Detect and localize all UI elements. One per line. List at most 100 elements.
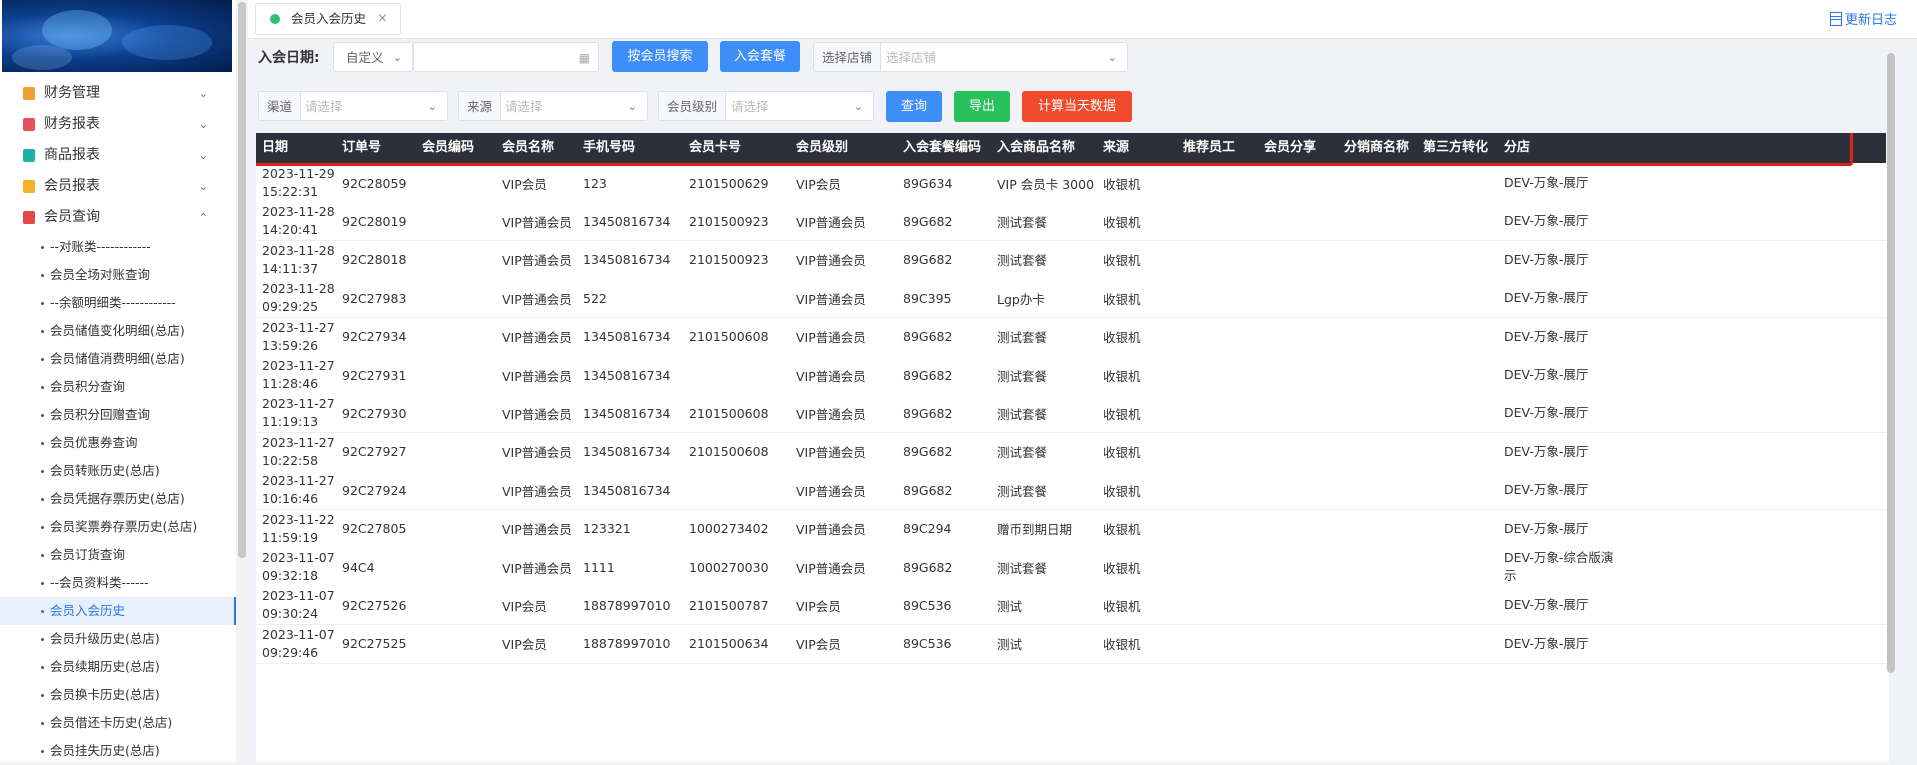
column-header[interactable]: 订单号 <box>342 133 381 163</box>
column-header[interactable]: 入会套餐编码 <box>903 133 981 163</box>
table-row[interactable]: 2023-11-27 13:59:26 92C27934 VIP普通会员 134508… <box>256 317 1889 357</box>
table-cell: 2023-11-07 09:29:46 <box>262 626 335 660</box>
table-cell: VIP普通会员 <box>796 483 866 499</box>
sidebar-sub-item[interactable]: 会员升级历史(总店) <box>0 625 236 653</box>
bullet-icon <box>41 330 44 333</box>
sidebar-sub-item[interactable]: --会员资料类------ <box>0 569 236 597</box>
report-icon <box>23 180 35 193</box>
sidebar-scrollbar-thumb[interactable] <box>238 2 246 558</box>
member-level-select[interactable]: 会员级别 请选择 ⌄ <box>658 91 874 121</box>
member-level-select-placeholder: 请选择 <box>731 99 769 114</box>
column-header[interactable]: 手机号码 <box>583 133 635 163</box>
date-mode-value: 自定义 <box>346 50 384 65</box>
table-row[interactable]: 2023-11-07 09:30:24 92C27526 VIP会员 18878997… <box>256 586 1889 626</box>
sidebar-sub-item[interactable]: 会员换卡历史(总店) <box>0 681 236 709</box>
bullet-icon <box>41 414 44 417</box>
bullet-icon <box>41 470 44 473</box>
sidebar-sub-item[interactable]: 会员全场对账查询 <box>0 261 236 289</box>
sidebar-sub-item[interactable]: 会员积分查询 <box>0 373 236 401</box>
chevron-icon: ⌄ <box>198 87 208 100</box>
table-cell: 2023-11-07 09:30:24 <box>262 588 335 622</box>
tab-member-join-history[interactable]: 会员入会历史 × <box>255 3 401 35</box>
table-cell: 2023-11-22 11:59:19 <box>262 511 335 545</box>
bullet-icon <box>41 694 44 697</box>
tab-close-icon[interactable]: × <box>377 4 388 34</box>
main-scrollbar[interactable] <box>1886 53 1896 673</box>
column-header[interactable]: 会员分享 <box>1264 133 1316 163</box>
store-select[interactable]: 选择店铺 选择店铺 ⌄ <box>813 42 1128 72</box>
bullet-icon <box>41 302 44 305</box>
table-row[interactable]: 2023-11-27 11:28:46 92C27931 VIP普通会员 134508… <box>256 356 1889 395</box>
chevron-down-icon: ⌄ <box>853 100 863 113</box>
sidebar-sub-item-label: 会员储值消费明细(总店) <box>50 351 185 366</box>
query-button[interactable]: 查询 <box>886 91 942 122</box>
column-header[interactable]: 推荐员工 <box>1183 133 1235 163</box>
table-cell: 123321 <box>583 521 631 537</box>
column-header[interactable]: 日期 <box>262 133 288 163</box>
table-cell: VIP普通会员 <box>796 522 866 538</box>
table-cell: 13450816734 <box>583 482 671 498</box>
sidebar-sub-item[interactable]: 会员订货查询 <box>0 541 236 569</box>
table-cell: 2101500608 <box>689 444 769 460</box>
table-row[interactable]: 2023-11-29 15:22:31 92C28059 VIP会员 123 21015… <box>256 164 1889 203</box>
table-row[interactable]: 2023-11-27 10:22:58 92C27927 VIP普通会员 134508… <box>256 432 1889 472</box>
bullet-icon <box>41 666 44 669</box>
bullet-icon <box>41 582 44 585</box>
sidebar-menu-item[interactable]: 会员报表 ⌄ <box>0 171 236 202</box>
table-row[interactable]: 2023-11-28 14:20:41 92C28019 VIP普通会员 134508… <box>256 202 1889 242</box>
table-cell: 89G682 <box>903 329 953 345</box>
main-content: 入会日期: 自定义 ⌄ ▦ 按会员搜索 入会套餐 选择店铺 选择店铺 ⌄ 渠道 … <box>248 38 1898 762</box>
table-cell: 收银机 <box>1103 445 1141 461</box>
sidebar-sub-item[interactable]: --余额明细类------------ <box>0 289 236 317</box>
table-cell: 收银机 <box>1103 291 1141 307</box>
sidebar-sub-item[interactable]: 会员奖票券存票历史(总店) <box>0 513 236 541</box>
sidebar-sub-item[interactable]: 会员凭据存票历史(总店) <box>0 485 236 513</box>
sidebar-sub-item[interactable]: --对账类------------ <box>0 233 236 261</box>
export-button[interactable]: 导出 <box>954 91 1010 122</box>
sidebar-sub-item[interactable]: 会员续期历史(总店) <box>0 653 236 681</box>
table-row[interactable]: 2023-11-07 09:29:46 92C27525 VIP会员 18878997… <box>256 624 1889 664</box>
sidebar-scrollbar[interactable] <box>236 0 248 762</box>
table-cell: 89G682 <box>903 213 953 229</box>
date-mode-select[interactable]: 自定义 ⌄ <box>333 42 413 72</box>
sidebar-sub-item[interactable]: 会员入会历史 <box>0 597 236 625</box>
table-row[interactable]: 2023-11-28 09:29:25 92C27983 VIP普通会员 522 VIP… <box>256 279 1889 319</box>
sidebar-menu-item[interactable]: 商品报表 ⌄ <box>0 140 236 171</box>
column-header[interactable]: 会员名称 <box>502 133 554 163</box>
sidebar-sub-item[interactable]: 会员借还卡历史(总店) <box>0 709 236 737</box>
column-header[interactable]: 分销商名称 <box>1344 133 1409 163</box>
table-row[interactable]: 2023-11-27 10:16:46 92C27924 VIP普通会员 134508… <box>256 471 1889 511</box>
column-header[interactable]: 会员卡号 <box>689 133 741 163</box>
sidebar-sub-item[interactable]: 会员优惠券查询 <box>0 429 236 457</box>
table-cell: DEV-万象-展厅 <box>1504 175 1589 190</box>
sidebar-sub-item[interactable]: 会员挂失历史(总店) <box>0 737 236 765</box>
sidebar-menu-item[interactable]: 会员查询 ⌃ <box>0 202 236 233</box>
table-cell: DEV-万象-展厅 <box>1504 482 1589 498</box>
source-select[interactable]: 来源 请选择 ⌄ <box>458 91 648 121</box>
column-header[interactable]: 会员级别 <box>796 133 848 163</box>
column-header[interactable]: 会员编码 <box>422 133 474 163</box>
main-scrollbar-thumb[interactable] <box>1887 53 1895 673</box>
table-row[interactable]: 2023-11-22 11:59:19 92C27805 VIP普通会员 123321… <box>256 509 1889 549</box>
column-header[interactable]: 入会商品名称 <box>997 133 1075 163</box>
update-log-link[interactable]: 更新日志 <box>1829 9 1897 28</box>
column-header[interactable]: 来源 <box>1103 133 1129 163</box>
column-header[interactable]: 分店 <box>1504 133 1530 163</box>
table-row[interactable]: 2023-11-27 11:19:13 92C27930 VIP普通会员 134508… <box>256 394 1889 434</box>
calculate-today-button[interactable]: 计算当天数据 <box>1022 91 1132 122</box>
sidebar-sub-item[interactable]: 会员积分回赠查询 <box>0 401 236 429</box>
sidebar-sub-item[interactable]: 会员储值变化明细(总店) <box>0 317 236 345</box>
table-row[interactable]: 2023-11-07 09:32:18 94C4 VIP普通会员 1111 100027… <box>256 548 1889 587</box>
column-header[interactable]: 第三方转化 <box>1423 133 1488 163</box>
sidebar-menu-item[interactable]: 财务报表 ⌄ <box>0 109 236 140</box>
join-package-button[interactable]: 入会套餐 <box>720 41 800 72</box>
search-by-member-button[interactable]: 按会员搜索 <box>612 41 708 72</box>
sidebar-sub-item[interactable]: 会员转账历史(总店) <box>0 457 236 485</box>
sidebar-sub-item[interactable]: 会员储值消费明细(总店) <box>0 345 236 373</box>
sidebar-menu-item[interactable]: 财务管理 ⌄ <box>0 78 236 109</box>
channel-select[interactable]: 渠道 请选择 ⌄ <box>258 91 448 121</box>
date-range-input[interactable]: ▦ <box>413 42 599 72</box>
table-cell: 2101500629 <box>689 175 769 191</box>
sidebar-sub-item-label: 会员换卡历史(总店) <box>50 687 160 702</box>
table-row[interactable]: 2023-11-28 14:11:37 92C28018 VIP普通会员 134508… <box>256 240 1889 280</box>
